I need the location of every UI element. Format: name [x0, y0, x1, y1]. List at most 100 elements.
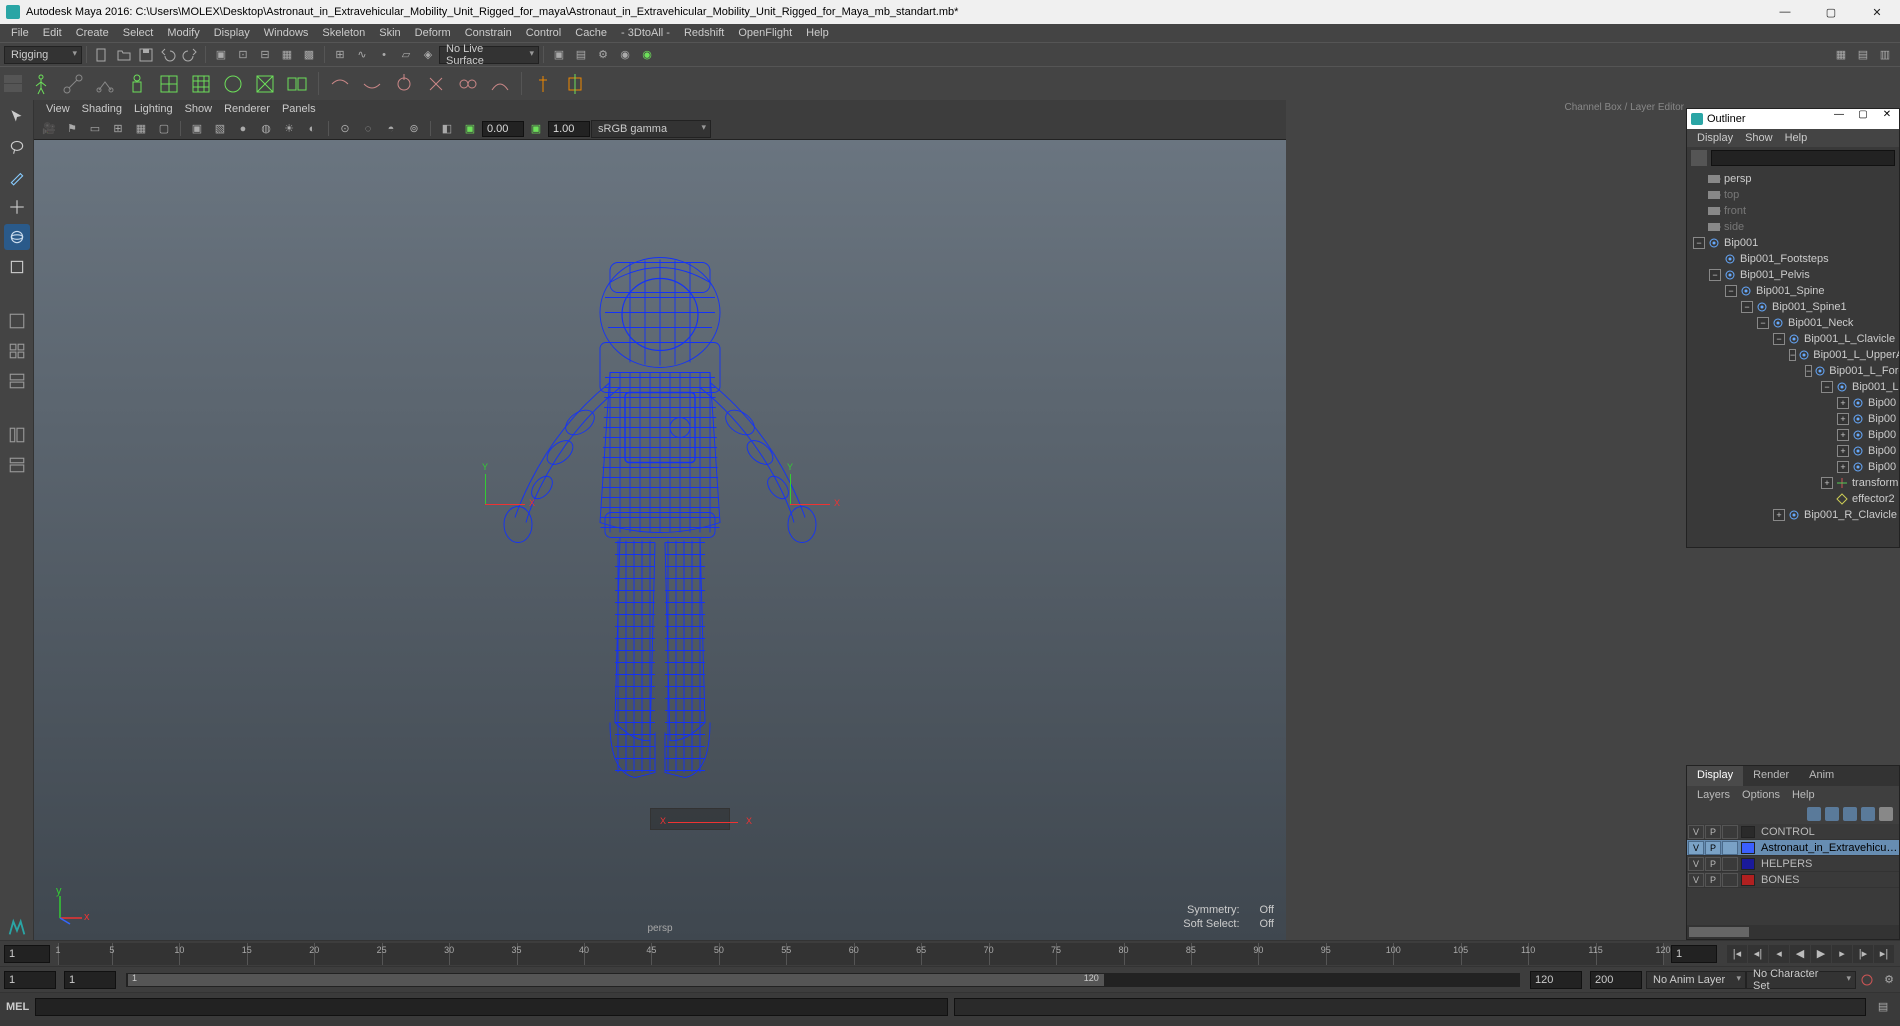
menu-constrain[interactable]: Constrain — [458, 24, 519, 42]
outliner-item[interactable]: side — [1687, 219, 1899, 235]
render-view-button[interactable]: ◉ — [636, 44, 658, 66]
layer-playback-toggle[interactable]: P — [1705, 873, 1721, 887]
lasso-tool[interactable] — [4, 134, 30, 160]
panel-menu-panels[interactable]: Panels — [276, 103, 322, 115]
panel-grid-icon[interactable]: ⊞ — [107, 118, 129, 140]
panel-ao-icon[interactable]: ◓ — [380, 118, 402, 140]
panel-gamma-toggle-icon[interactable]: ▣ — [459, 118, 481, 140]
viewport[interactable]: Y X Y X X X persp Symmetry:Off Soft Sele… — [34, 140, 1286, 940]
panel-menu-renderer[interactable]: Renderer — [218, 103, 276, 115]
shelf-skeleton-icon[interactable] — [26, 69, 56, 99]
open-scene-button[interactable] — [113, 44, 135, 66]
toggle-attribute-editor-button[interactable]: ▥ — [1874, 44, 1896, 66]
outliner-item[interactable]: −Bip001_L_Clavicle — [1687, 331, 1899, 347]
step-back-key-button[interactable]: ◂| — [1748, 945, 1768, 963]
play-back-button[interactable]: ◀ — [1790, 945, 1810, 963]
layer-type-toggle[interactable] — [1722, 841, 1738, 855]
menu-help[interactable]: Help — [799, 24, 836, 42]
maximize-button[interactable]: ▢ — [1808, 0, 1854, 24]
outliner-item[interactable]: effector2 — [1687, 491, 1899, 507]
select-mode-button[interactable]: ▣ — [210, 44, 232, 66]
shelf-constraint1-icon[interactable] — [325, 69, 355, 99]
shelf-ik-icon[interactable] — [90, 69, 120, 99]
tree-toggle[interactable]: + — [1837, 445, 1849, 457]
edge-mode-button[interactable]: ⊟ — [254, 44, 276, 66]
viewport-mesh[interactable] — [460, 243, 860, 806]
layer-tab-display[interactable]: Display — [1687, 766, 1743, 786]
command-language-label[interactable]: MEL — [6, 1001, 29, 1013]
layer-refresh-icon[interactable] — [1879, 807, 1893, 821]
outliner-item[interactable]: +Bip00 — [1687, 427, 1899, 443]
layer-color-swatch[interactable] — [1741, 858, 1755, 870]
panel-gamma-icon[interactable]: ▣ — [525, 118, 547, 140]
snap-plane-button[interactable]: ▱ — [395, 44, 417, 66]
snap-point-button[interactable]: • — [373, 44, 395, 66]
outliner-maximize-button[interactable]: ▢ — [1851, 109, 1875, 129]
select-tool[interactable] — [4, 104, 30, 130]
layer-menu-layers[interactable]: Layers — [1691, 789, 1736, 801]
panel-menu-lighting[interactable]: Lighting — [128, 103, 179, 115]
menu-cache[interactable]: Cache — [568, 24, 614, 42]
timeline-track[interactable]: 1510152025303540455055606570758085909510… — [58, 943, 1663, 965]
outliner-menu-display[interactable]: Display — [1691, 132, 1739, 144]
panel-gamma-field[interactable]: 1.00 — [548, 121, 590, 137]
tree-toggle[interactable]: − — [1757, 317, 1769, 329]
range-end-field[interactable]: 120 — [1530, 971, 1582, 989]
tree-toggle[interactable]: + — [1837, 461, 1849, 473]
layer-hscroll[interactable] — [1687, 925, 1899, 939]
outliner-item[interactable]: −Bip001_L_UpperArm — [1687, 347, 1899, 363]
snap-live-button[interactable]: ◈ — [417, 44, 439, 66]
panel-shadows-icon[interactable]: ◐ — [301, 118, 323, 140]
tree-toggle[interactable]: − — [1725, 285, 1737, 297]
render-settings-button[interactable]: ⚙ — [592, 44, 614, 66]
redo-button[interactable] — [179, 44, 201, 66]
shelf-constraint2-icon[interactable] — [357, 69, 387, 99]
shelf-tab-button[interactable] — [4, 75, 22, 83]
panel-exposure-icon[interactable]: ◧ — [436, 118, 458, 140]
outliner-item[interactable]: +Bip00 — [1687, 411, 1899, 427]
hypershade-button[interactable]: ◉ — [614, 44, 636, 66]
shelf-tab-button[interactable] — [4, 84, 22, 92]
layout-two-button[interactable] — [4, 368, 30, 394]
character-set-dropdown[interactable]: No Character Set — [1746, 971, 1856, 989]
move-tool[interactable] — [4, 194, 30, 220]
outliner-item[interactable]: +Bip00 — [1687, 443, 1899, 459]
panel-motion-blur-icon[interactable]: ⊚ — [403, 118, 425, 140]
outliner-item[interactable]: persp — [1687, 171, 1899, 187]
object-mode-button[interactable]: ▩ — [298, 44, 320, 66]
panel-menu-shading[interactable]: Shading — [76, 103, 128, 115]
shelf-lattice-icon[interactable] — [186, 69, 216, 99]
menu-create[interactable]: Create — [69, 24, 116, 42]
menu--3dtoall-[interactable]: - 3DtoAll - — [614, 24, 677, 42]
step-back-button[interactable]: ◂ — [1769, 945, 1789, 963]
tree-toggle[interactable]: − — [1741, 301, 1753, 313]
vertex-mode-button[interactable]: ⊡ — [232, 44, 254, 66]
panel-menu-show[interactable]: Show — [179, 103, 219, 115]
render-frame-button[interactable]: ▣ — [548, 44, 570, 66]
range-max-field[interactable]: 200 — [1590, 971, 1642, 989]
layer-row[interactable]: VPAstronaut_in_Extravehicular_Mobility_U… — [1687, 840, 1899, 856]
snap-grid-button[interactable]: ⊞ — [329, 44, 351, 66]
outliner-item[interactable]: front — [1687, 203, 1899, 219]
layout-custom1-button[interactable] — [4, 422, 30, 448]
command-input[interactable] — [35, 998, 947, 1016]
layer-type-toggle[interactable] — [1722, 873, 1738, 887]
range-min-field[interactable]: 1 — [4, 971, 56, 989]
tree-toggle[interactable]: + — [1821, 477, 1833, 489]
layer-type-toggle[interactable] — [1722, 825, 1738, 839]
layer-visibility-toggle[interactable]: V — [1688, 825, 1704, 839]
layer-visibility-toggle[interactable]: V — [1688, 857, 1704, 871]
face-mode-button[interactable]: ▦ — [276, 44, 298, 66]
panel-lights-icon[interactable]: ☀ — [278, 118, 300, 140]
ipr-render-button[interactable]: ▤ — [570, 44, 592, 66]
tree-toggle[interactable]: − — [1789, 349, 1796, 361]
outliner-menu-help[interactable]: Help — [1779, 132, 1814, 144]
shelf-orange1-icon[interactable] — [528, 69, 558, 99]
menu-control[interactable]: Control — [519, 24, 568, 42]
menu-windows[interactable]: Windows — [257, 24, 316, 42]
outliner-tree[interactable]: persptopfrontside−Bip001Bip001_Footsteps… — [1687, 169, 1899, 547]
menu-file[interactable]: File — [4, 24, 36, 42]
layer-menu-options[interactable]: Options — [1736, 789, 1786, 801]
anim-layer-dropdown[interactable]: No Anim Layer — [1646, 971, 1746, 989]
tree-toggle[interactable]: + — [1773, 509, 1785, 521]
